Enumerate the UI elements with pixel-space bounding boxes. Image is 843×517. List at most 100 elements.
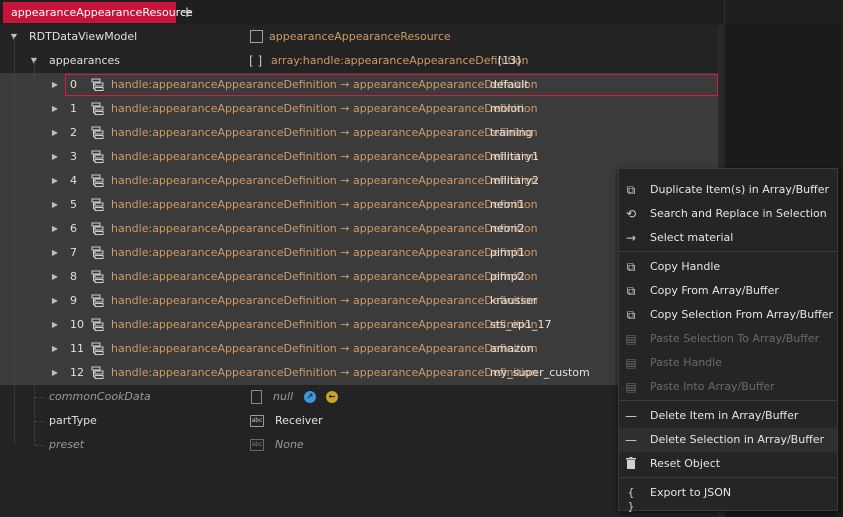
tab-appearance-resource[interactable]: appearanceAppearanceResource bbox=[3, 2, 193, 23]
array-item-row[interactable]: ▶ 11 handle:appearanceAppearanceDefinition… bbox=[0, 337, 718, 361]
tree-guide-line bbox=[34, 61, 35, 445]
back-arrow-icon[interactable]: ← bbox=[326, 391, 338, 403]
menu-item[interactable]: — Delete Item in Array/Buffer bbox=[619, 404, 837, 428]
menu-item-label: Duplicate Item(s) in Array/Buffer bbox=[650, 183, 829, 196]
tree-row-preset[interactable]: preset abc None bbox=[0, 433, 718, 457]
array-count: [13] bbox=[498, 54, 521, 67]
collapsed-arrow-icon[interactable]: ▶ bbox=[50, 97, 60, 121]
menu-item-label: Select material bbox=[650, 231, 734, 244]
menu-item[interactable]: — Delete Selection in Array/Buffer bbox=[619, 428, 837, 452]
menu-item-label: Delete Selection in Array/Buffer bbox=[650, 433, 825, 446]
item-type: handle:appearanceAppearanceDefinition → … bbox=[111, 294, 538, 307]
tree-guide-line bbox=[14, 37, 15, 445]
parttype-value: Receiver bbox=[275, 414, 323, 427]
item-type: handle:appearanceAppearanceDefinition → … bbox=[111, 102, 538, 115]
menu-item[interactable]: → Select material bbox=[619, 226, 837, 250]
array-item-row[interactable]: ▶ 8 handle:appearanceAppearanceDefinition … bbox=[0, 265, 718, 289]
collapsed-arrow-icon[interactable]: ▶ bbox=[50, 121, 60, 145]
item-value: krausser bbox=[490, 294, 538, 307]
array-item-row[interactable]: ▶ 0 handle:appearanceAppearanceDefinition … bbox=[0, 73, 718, 97]
array-item-row[interactable]: ▶ 10 handle:appearanceAppearanceDefinition… bbox=[0, 313, 718, 337]
menu-item[interactable]: { } Export to JSON bbox=[619, 481, 837, 513]
item-value: neon2 bbox=[490, 222, 525, 235]
array-item-row[interactable]: ▶ 2 handle:appearanceAppearanceDefinition … bbox=[0, 121, 718, 145]
menu-item[interactable]: ⧉ Copy Selection From Array/Buffer bbox=[619, 303, 837, 327]
array-item-row[interactable]: ▶ 5 handle:appearanceAppearanceDefinition … bbox=[0, 193, 718, 217]
handle-icon bbox=[91, 102, 105, 116]
abc-icon: abc bbox=[250, 415, 264, 427]
tree-row-parttype[interactable]: partType abc Receiver bbox=[0, 409, 718, 433]
item-value: sts_ep1_17 bbox=[490, 318, 552, 331]
menu-item[interactable]: ⧉ Copy From Array/Buffer bbox=[619, 279, 837, 303]
tree-guide-branch bbox=[35, 421, 45, 422]
collapsed-arrow-icon[interactable]: ▶ bbox=[50, 145, 60, 169]
menu-item-label: Delete Item in Array/Buffer bbox=[650, 409, 799, 422]
item-value: training bbox=[490, 126, 533, 139]
item-value: amazon bbox=[490, 342, 534, 355]
item-type: handle:appearanceAppearanceDefinition → … bbox=[111, 246, 538, 259]
collapsed-arrow-icon[interactable]: ▶ bbox=[50, 193, 60, 217]
preset-label: preset bbox=[49, 438, 85, 451]
array-item-row[interactable]: ▶ 3 handle:appearanceAppearanceDefinition … bbox=[0, 145, 718, 169]
tree-guide-branch bbox=[35, 445, 45, 446]
collapsed-arrow-icon[interactable]: ▶ bbox=[50, 313, 60, 337]
item-type: handle:appearanceAppearanceDefinition → … bbox=[111, 270, 538, 283]
add-tab-button[interactable]: + bbox=[180, 3, 194, 21]
menu-item[interactable]: Reset Object bbox=[619, 452, 837, 476]
minus-icon: — bbox=[625, 433, 637, 447]
item-value: military2 bbox=[490, 174, 539, 187]
array-item-row[interactable]: ▶ 9 handle:appearanceAppearanceDefinition … bbox=[0, 289, 718, 313]
collapsed-arrow-icon[interactable]: ▶ bbox=[50, 265, 60, 289]
array-type: array:handle:appearanceAppearanceDefinit… bbox=[271, 54, 529, 67]
array-item-row[interactable]: ▶ 1 handle:appearanceAppearanceDefinition … bbox=[0, 97, 718, 121]
handle-icon bbox=[91, 294, 105, 308]
array-item-row[interactable]: ▶ 12 handle:appearanceAppearanceDefinition… bbox=[0, 361, 718, 385]
collapsed-arrow-icon[interactable]: ▶ bbox=[50, 289, 60, 313]
array-item-row[interactable]: ▶ 7 handle:appearanceAppearanceDefinition … bbox=[0, 241, 718, 265]
item-value: my_super_custom bbox=[490, 366, 590, 379]
menu-separator bbox=[619, 400, 837, 401]
array-item-row[interactable]: ▶ 6 handle:appearanceAppearanceDefinition … bbox=[0, 217, 718, 241]
collapsed-arrow-icon[interactable]: ▶ bbox=[50, 361, 60, 385]
collapsed-arrow-icon[interactable]: ▶ bbox=[50, 169, 60, 193]
handle-icon bbox=[91, 342, 105, 356]
item-type: handle:appearanceAppearanceDefinition → … bbox=[111, 318, 538, 331]
item-type: handle:appearanceAppearanceDefinition → … bbox=[111, 126, 538, 139]
item-index: 5 bbox=[70, 198, 77, 211]
item-type: handle:appearanceAppearanceDefinition → … bbox=[111, 366, 538, 379]
collapsed-arrow-icon[interactable]: ▶ bbox=[50, 241, 60, 265]
arrow-right-icon: → bbox=[625, 231, 637, 245]
collapsed-arrow-icon[interactable]: ▶ bbox=[50, 73, 60, 97]
item-index: 12 bbox=[70, 366, 84, 379]
collapsed-arrow-icon[interactable]: ▶ bbox=[50, 337, 60, 361]
paste-icon: ▤ bbox=[625, 332, 637, 346]
handle-icon bbox=[91, 246, 105, 260]
tree-row-appearances[interactable]: ▼ appearances[ ] array:handle:appearanceAp… bbox=[0, 49, 718, 73]
menu-item[interactable]: ⧉ Duplicate Item(s) in Array/Buffer bbox=[619, 178, 837, 202]
duplicate-icon: ⧉ bbox=[626, 183, 636, 197]
handle-icon bbox=[91, 222, 105, 236]
item-index: 1 bbox=[70, 102, 77, 115]
menu-separator bbox=[619, 477, 837, 478]
link-icon[interactable]: ↗ bbox=[304, 391, 316, 403]
tree-row-commoncookdata[interactable]: commonCookData null ↗ ← bbox=[0, 385, 718, 409]
collapsed-arrow-icon[interactable]: ▶ bbox=[50, 217, 60, 241]
root-value: appearanceAppearanceResource bbox=[269, 30, 451, 43]
item-value: pimp1 bbox=[490, 246, 525, 259]
menu-item[interactable]: ⟲ Search and Replace in Selection bbox=[619, 202, 837, 226]
item-index: 9 bbox=[70, 294, 77, 307]
array-item-row[interactable]: ▶ 4 handle:appearanceAppearanceDefinition … bbox=[0, 169, 718, 193]
menu-item-label: Export to JSON bbox=[650, 486, 732, 499]
item-index: 7 bbox=[70, 246, 77, 259]
right-panel-header bbox=[725, 0, 843, 24]
tree-row-root[interactable]: ▼ RDTDataViewModel appearanceAppearanceRes… bbox=[0, 25, 718, 49]
menu-item[interactable]: ⧉ Copy Handle bbox=[619, 255, 837, 279]
paste-icon: ▤ bbox=[625, 380, 637, 394]
handle-icon bbox=[91, 174, 105, 188]
handle-icon bbox=[91, 78, 105, 92]
handle-icon bbox=[91, 318, 105, 332]
menu-item-label: Search and Replace in Selection bbox=[650, 207, 827, 220]
menu-item-label: Paste Into Array/Buffer bbox=[650, 380, 775, 393]
commoncookdata-value: null bbox=[273, 390, 294, 403]
abc-icon: abc bbox=[250, 439, 264, 451]
